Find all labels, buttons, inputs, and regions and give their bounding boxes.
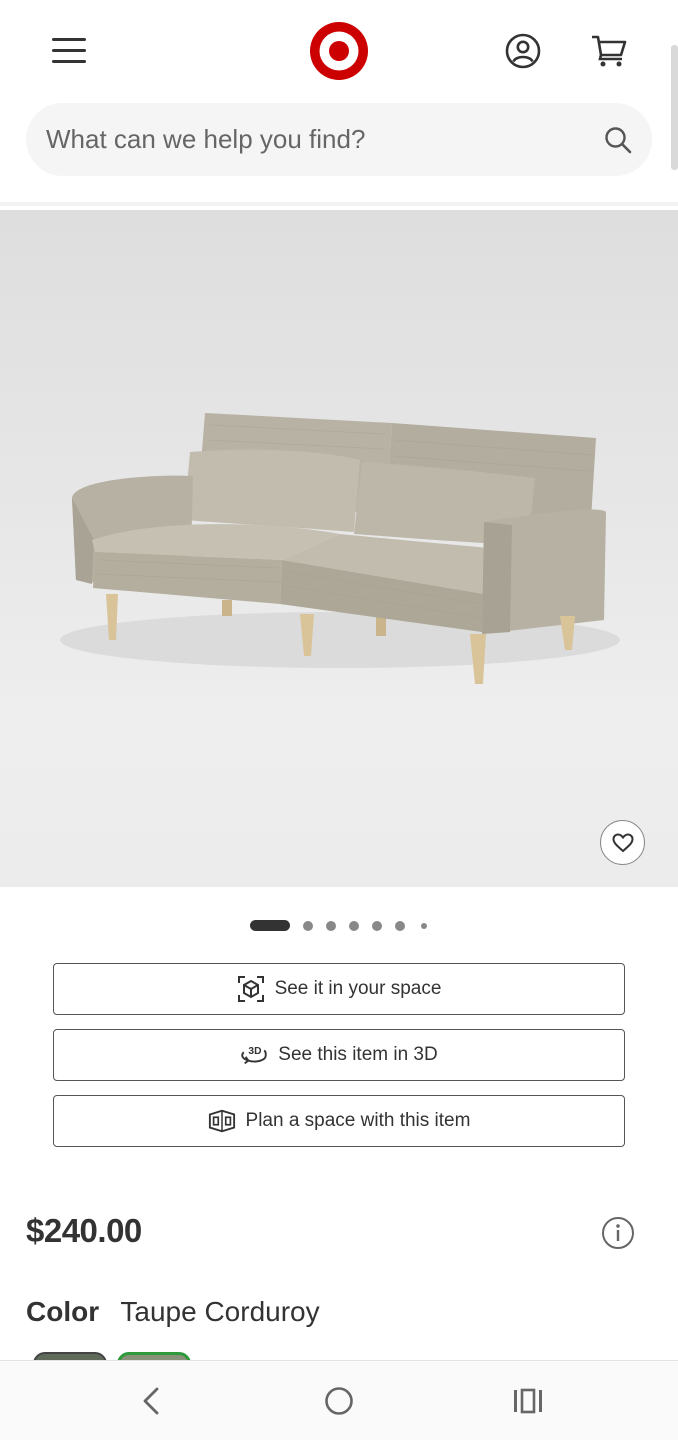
info-icon[interactable] [601,1216,635,1250]
search-bar[interactable] [26,103,652,176]
see-in-your-space-label: See it in your space [274,978,442,999]
color-value: Taupe Corduroy [120,1296,320,1327]
see-in-3d-button[interactable]: 3D See this item in 3D [53,1029,625,1081]
carousel-dot-6[interactable] [395,921,405,931]
back-chevron-icon[interactable] [136,1385,164,1417]
rotate-3d-icon: 3D [240,1041,268,1069]
target-logo[interactable] [309,21,369,81]
search-icon[interactable] [604,126,632,154]
svg-text:3D: 3D [249,1046,262,1057]
room-planner-icon [208,1107,236,1135]
product-price: $240.00 [26,1212,142,1249]
system-navigation-bar [0,1360,678,1440]
product-image[interactable] [0,210,678,887]
see-in-your-space-button[interactable]: See it in your space [53,963,625,1015]
carousel-dot-4[interactable] [349,921,359,931]
carousel-dot-1[interactable] [250,920,290,931]
image-carousel-indicators [0,919,678,933]
color-label: Color [26,1296,100,1327]
account-icon[interactable] [505,33,541,69]
plan-a-space-label: Plan a space with this item [245,1110,471,1131]
recent-apps-icon[interactable] [512,1387,544,1415]
product-page: See it in your space 3D See this item in… [0,0,678,1440]
carousel-dot-5[interactable] [372,921,382,931]
carousel-dot-2[interactable] [303,921,313,931]
search-input[interactable] [46,103,596,176]
carousel-dot-7[interactable] [421,923,427,929]
plan-a-space-button[interactable]: Plan a space with this item [53,1095,625,1147]
site-header [0,0,678,206]
carousel-dot-3[interactable] [326,921,336,931]
hamburger-menu-icon[interactable] [52,36,88,64]
heart-icon [611,832,634,852]
scrollbar-thumb[interactable] [671,45,678,170]
see-in-3d-label: See this item in 3D [278,1044,438,1065]
sofa-image [60,413,620,684]
favorite-button[interactable] [600,820,645,865]
ar-cube-icon [237,975,265,1003]
color-selection-row: Color Taupe Corduroy [26,1296,320,1328]
cart-icon[interactable] [590,33,628,69]
home-circle-icon[interactable] [324,1386,354,1416]
